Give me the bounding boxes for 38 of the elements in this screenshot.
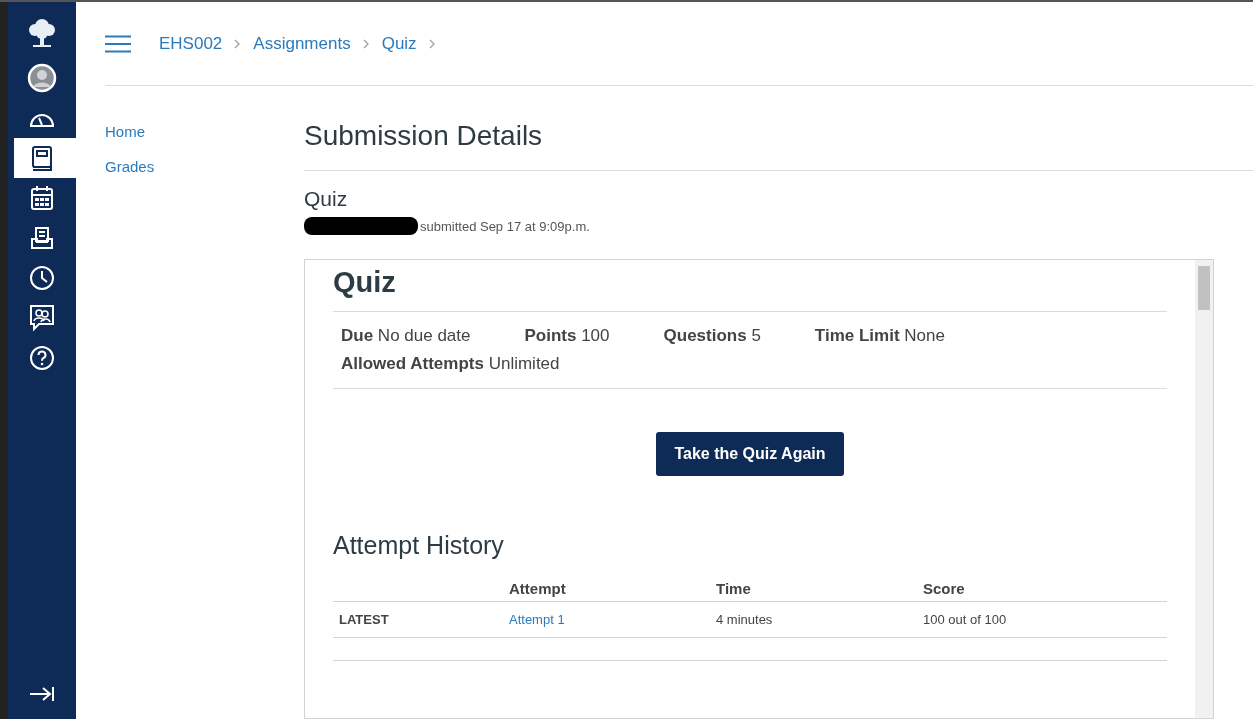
people-chat-icon[interactable]: [29, 304, 55, 332]
tray-icon[interactable]: [30, 226, 54, 250]
breadcrumb-link[interactable]: Assignments: [253, 33, 351, 54]
scrollbar[interactable]: [1195, 260, 1213, 718]
chevron-icon: [428, 38, 436, 49]
chevron-icon: [234, 38, 242, 49]
clock-icon[interactable]: [29, 265, 55, 291]
submission-info: submitted Sep 17 at 9:09p.m.: [420, 218, 590, 234]
scroll-thumb[interactable]: [1198, 266, 1210, 310]
table-cell: 100 out of 100: [917, 601, 1167, 638]
quiz-detail: Due No due date: [341, 326, 471, 346]
chevron-icon: [362, 38, 370, 49]
attempt-link[interactable]: Attempt 1: [509, 612, 565, 627]
avatar-icon[interactable]: [27, 63, 57, 93]
section-title: Attempt History: [333, 531, 505, 560]
help-icon[interactable]: [29, 345, 55, 371]
quiz-title: Quiz: [333, 266, 1167, 312]
breadcrumb-link[interactable]: Quiz: [381, 33, 417, 54]
assignment-title: Quiz: [304, 187, 349, 211]
quiz-detail: Time Limit None: [814, 326, 945, 346]
column-header: Time: [710, 576, 917, 602]
table-cell: LATEST: [333, 601, 503, 638]
nav-item-highlight[interactable]: [14, 138, 76, 178]
column-header: Attempt: [503, 576, 710, 602]
column-header: Score: [917, 576, 1167, 602]
retake-quiz-button[interactable]: Take the Quiz Again: [656, 432, 844, 476]
quiz-detail: Points 100: [524, 326, 610, 346]
book-icon[interactable]: [31, 145, 53, 171]
quiz-detail: Questions 5: [663, 326, 761, 346]
calendar-icon[interactable]: [30, 185, 54, 211]
course-nav-link[interactable]: Grades: [105, 158, 155, 175]
course-nav-link[interactable]: Home: [105, 123, 145, 140]
menu-icon[interactable]: [105, 34, 131, 53]
breadcrumb-link[interactable]: EHS002: [159, 33, 223, 54]
quiz-detail: Allowed Attempts Unlimited: [341, 354, 560, 374]
table-cell: 4 minutes: [710, 601, 917, 638]
collapse-icon[interactable]: [28, 685, 56, 703]
page-title: Submission Details: [304, 120, 1253, 171]
